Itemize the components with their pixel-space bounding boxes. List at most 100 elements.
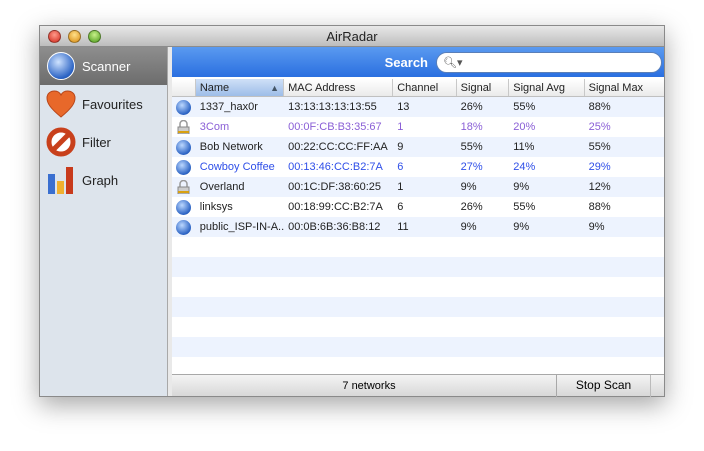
lock-icon <box>177 120 190 134</box>
cell-avg: 55% <box>513 101 536 113</box>
heart-icon <box>46 89 76 119</box>
row-icon-cell <box>172 139 196 155</box>
sidebar-item-scanner[interactable]: Scanner <box>40 47 167 85</box>
search-input[interactable]: 🔍︎▾ <box>436 51 662 73</box>
row-icon-cell <box>172 199 196 215</box>
empty-row <box>172 297 664 317</box>
cell-name: Cowboy Coffee <box>199 161 275 173</box>
row-icon-cell <box>172 99 196 115</box>
table-header: Name ▲ MAC Address Channel Signal Signal … <box>172 79 664 97</box>
cell-name: 1337_hax0r <box>199 101 258 113</box>
table-row[interactable]: Cowboy Coffee 00:13:46:CC:B2:7A 6 27% 24% 29% <box>172 157 664 177</box>
globe-icon <box>176 99 191 115</box>
cell-avg: 11% <box>513 141 535 153</box>
scanner-pane: Search 🔍︎▾ Name ▲ MAC Address Channel Sig… <box>172 47 664 397</box>
cell-channel: 1 <box>397 121 404 133</box>
cell-signal: 27% <box>460 161 483 173</box>
stop-scan-button[interactable]: Stop Scan <box>556 374 650 397</box>
cell-name: Bob Network <box>199 141 263 153</box>
window-title: AirRadar <box>326 29 378 44</box>
close-button[interactable] <box>48 30 61 43</box>
cell-name: Overland <box>199 181 245 193</box>
table-row[interactable]: public_ISP-IN-A... 00:0B:6B:36:B8:12 11 9% 9… <box>172 217 664 237</box>
zoom-button[interactable] <box>88 30 101 43</box>
cell-mac: 00:22:CC:CC:FF:AA <box>288 141 388 153</box>
row-icon-cell <box>172 219 196 235</box>
sidebar-item-favourites[interactable]: Favourites <box>40 85 167 123</box>
cell-signal: 18% <box>460 121 483 133</box>
row-icon-cell <box>172 180 196 194</box>
cell-avg: 20% <box>513 121 536 133</box>
row-icon-cell <box>172 120 196 134</box>
globe-icon <box>46 51 76 81</box>
cell-mac: 00:18:99:CC:B2:7A <box>288 201 383 213</box>
table-row[interactable]: Overland 00:1C:DF:38:60:25 1 9% 9% 12% <box>172 177 664 197</box>
column-header-signal[interactable]: Signal <box>457 79 510 96</box>
sidebar-item-graph[interactable]: Graph <box>40 161 167 199</box>
cell-max: 29% <box>588 161 611 173</box>
cell-mac: 00:1C:DF:38:60:25 <box>288 181 382 193</box>
cell-channel: 9 <box>397 141 404 153</box>
cell-channel: 1 <box>397 181 404 193</box>
title-bar: AirRadar <box>40 26 664 47</box>
column-header-signal-avg[interactable]: Signal Avg <box>509 79 585 96</box>
cell-name: public_ISP-IN-A... <box>199 221 285 233</box>
table-row[interactable]: linksys 00:18:99:CC:B2:7A 6 26% 55% 88% <box>172 197 664 217</box>
cell-mac: 00:13:46:CC:B2:7A <box>288 161 383 173</box>
row-icon-cell <box>172 159 196 175</box>
network-table: 1337_hax0r 13:13:13:13:13:55 13 26% 55% 88% 3C… <box>172 97 664 377</box>
sort-ascending-icon: ▲ <box>270 83 280 93</box>
globe-icon <box>176 219 191 235</box>
cell-avg: 9% <box>513 181 530 193</box>
table-row[interactable]: Bob Network 00:22:CC:CC:FF:AA 9 55% 11% 55% <box>172 137 664 157</box>
cell-mac: 13:13:13:13:13:55 <box>288 101 377 113</box>
table-row[interactable]: 1337_hax0r 13:13:13:13:13:55 13 26% 55% 88% <box>172 97 664 117</box>
lock-icon <box>177 180 190 194</box>
search-bar: Search 🔍︎▾ <box>172 47 664 77</box>
globe-icon <box>176 139 191 155</box>
cell-max: 9% <box>588 221 605 233</box>
minimize-button[interactable] <box>68 30 81 43</box>
cell-max: 88% <box>588 101 611 113</box>
cell-max: 88% <box>588 201 611 213</box>
sidebar-item-label: Scanner <box>82 58 131 74</box>
globe-icon <box>176 159 191 175</box>
empty-row <box>172 277 664 297</box>
table-row[interactable]: 3Com 00:0F:CB:B3:35:67 1 18% 20% 25% <box>172 117 664 137</box>
prohibited-icon <box>46 127 76 157</box>
cell-name: linksys <box>199 201 233 213</box>
cell-channel: 6 <box>397 161 404 173</box>
sidebar-item-label: Graph <box>82 172 119 188</box>
sidebar-item-filter[interactable]: Filter <box>40 123 167 161</box>
sidebar-item-label: Filter <box>82 134 111 150</box>
cell-channel: 6 <box>397 201 404 213</box>
network-count: 7 networks <box>342 379 396 392</box>
cell-name: 3Com <box>199 121 230 133</box>
airradar-window: AirRadar Scanner Favourites Filter Graph… <box>39 25 665 397</box>
search-label: Search <box>384 54 428 70</box>
empty-row <box>172 317 664 337</box>
globe-icon <box>176 199 191 215</box>
sidebar-item-label: Favourites <box>82 96 143 112</box>
cell-channel: 13 <box>397 101 410 113</box>
column-header-mac[interactable]: MAC Address <box>284 79 394 96</box>
column-header-name[interactable]: Name ▲ <box>195 79 285 96</box>
cell-max: 55% <box>588 141 611 153</box>
empty-row <box>172 237 664 257</box>
column-header-channel[interactable]: Channel <box>393 79 457 96</box>
status-bar: 7 networks Stop Scan <box>172 374 664 397</box>
empty-row <box>172 257 664 277</box>
cell-avg: 55% <box>513 201 536 213</box>
cell-signal: 26% <box>460 201 483 213</box>
empty-row <box>172 337 664 357</box>
cell-avg: 9% <box>513 221 530 233</box>
cell-signal: 26% <box>460 101 483 113</box>
cell-max: 12% <box>588 181 611 193</box>
column-header-signal-max[interactable]: Signal Max <box>585 79 664 96</box>
column-label: Name <box>199 82 230 94</box>
search-icon[interactable]: 🔍︎▾ <box>443 56 463 69</box>
resize-grip-icon[interactable] <box>650 374 664 397</box>
cell-mac: 00:0F:CB:B3:35:67 <box>288 121 382 133</box>
column-header-icon <box>172 79 196 96</box>
bar-graph-icon <box>46 165 76 195</box>
